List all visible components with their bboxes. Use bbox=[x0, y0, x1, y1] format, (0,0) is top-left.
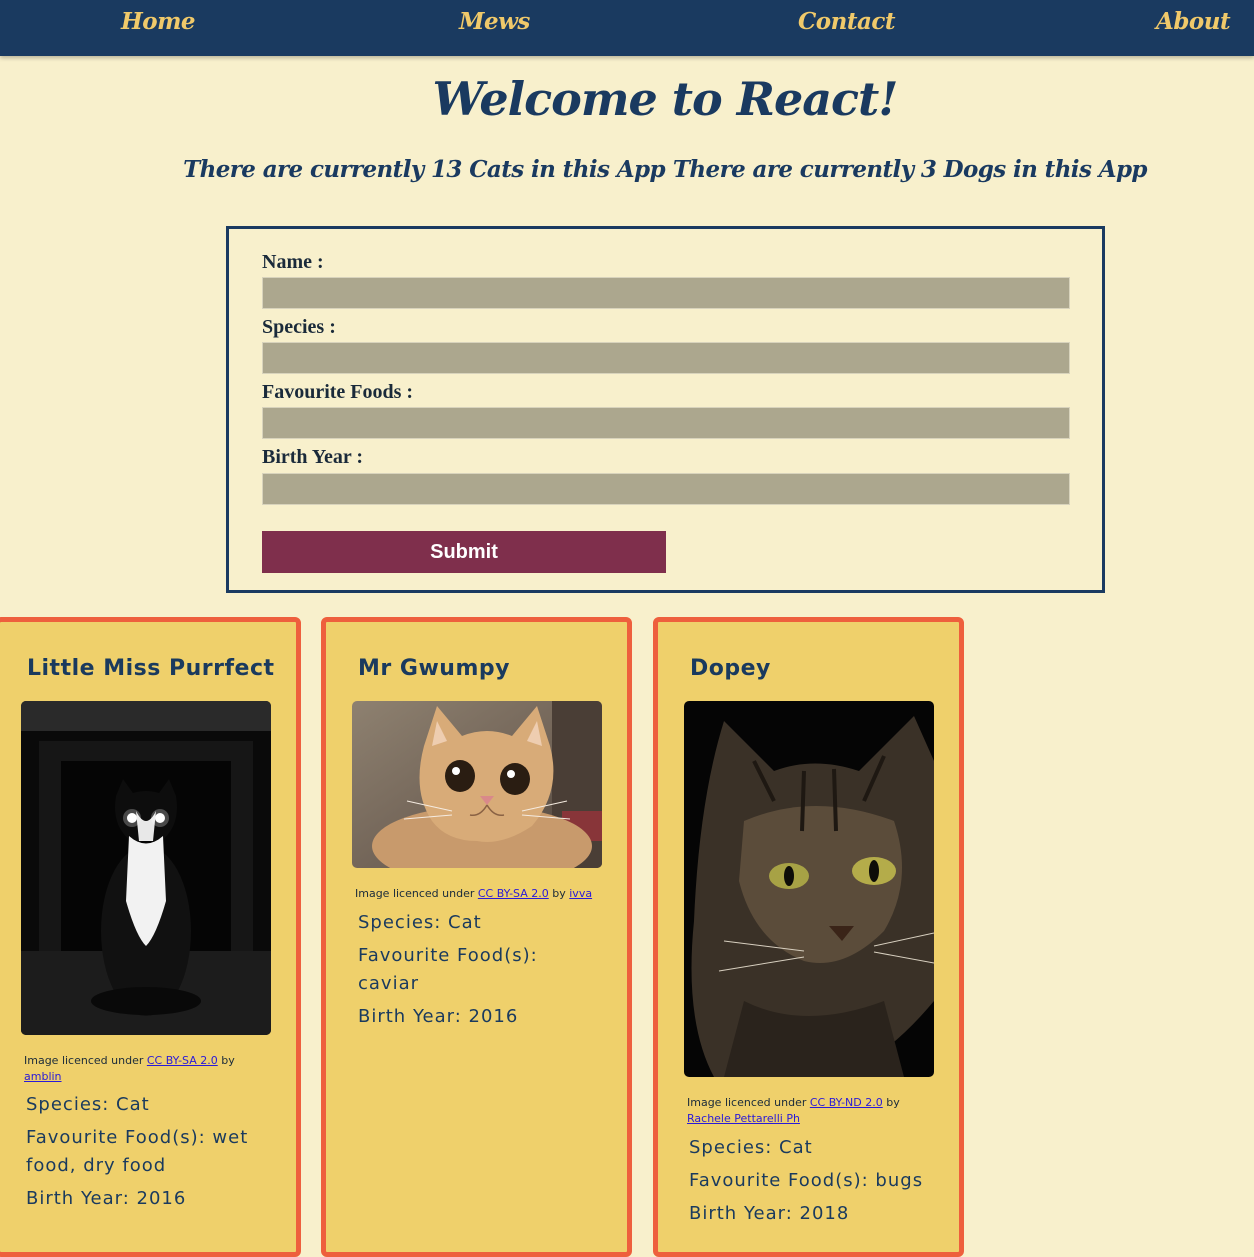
pet-photo bbox=[684, 701, 934, 1077]
dog-count-text: There are currently 3 Dogs in this App bbox=[672, 156, 1148, 183]
author-link[interactable]: ivva bbox=[569, 887, 592, 900]
birth-year-input[interactable] bbox=[262, 473, 1070, 505]
pet-info: Species: Cat Favourite Food(s): bugs Bir… bbox=[689, 1134, 949, 1233]
birth-year-label: Birth Year : bbox=[262, 446, 364, 468]
page-title: Welcome to React! bbox=[432, 72, 899, 126]
author-link[interactable]: amblin bbox=[24, 1070, 62, 1083]
add-pet-form: Name : Species : Favourite Foods : Birth… bbox=[226, 226, 1105, 593]
pet-name: Mr Gwumpy bbox=[358, 656, 510, 681]
licence-link[interactable]: CC BY-SA 2.0 bbox=[478, 887, 549, 900]
pet-foods: Favourite Food(s): wet food, dry food bbox=[26, 1127, 249, 1176]
pet-info: Species: Cat Favourite Food(s): caviar B… bbox=[358, 909, 598, 1036]
pet-card: Little Miss Purrfect Image licenced unde… bbox=[0, 617, 301, 1257]
image-licence: Image licenced under CC BY-ND 2.0 by Rac… bbox=[687, 1096, 900, 1125]
licence-link[interactable]: CC BY-SA 2.0 bbox=[147, 1054, 218, 1067]
nav-contact-link[interactable]: Contact bbox=[798, 8, 896, 35]
submit-button[interactable]: Submit bbox=[262, 531, 666, 573]
name-input[interactable] bbox=[262, 277, 1070, 309]
pet-photo bbox=[352, 701, 602, 868]
pet-species: Species: Cat bbox=[26, 1094, 150, 1115]
cat-count-text: There are currently 13 Cats in this App bbox=[183, 156, 665, 183]
pet-card: Mr Gwumpy Image licenced under CC BY-SA … bbox=[321, 617, 632, 1257]
pet-foods: Favourite Food(s): caviar bbox=[358, 945, 538, 994]
licence-link[interactable]: CC BY-ND 2.0 bbox=[810, 1096, 883, 1109]
cat-photo-black-white bbox=[21, 701, 271, 1035]
pet-card: Dopey Image licenced under CC BY-ND 2.0 … bbox=[653, 617, 964, 1257]
nav-home-link[interactable]: Home bbox=[121, 8, 196, 35]
pet-species: Species: Cat bbox=[689, 1137, 813, 1158]
image-licence: Image licenced under CC BY-SA 2.0 by ivv… bbox=[355, 887, 593, 900]
pet-name: Dopey bbox=[690, 656, 771, 681]
name-label: Name : bbox=[262, 251, 324, 273]
nav-mews-link[interactable]: Mews bbox=[459, 8, 530, 35]
pet-counts: There are currently 13 Cats in this App T… bbox=[0, 156, 1254, 183]
pet-foods: Favourite Food(s): bugs bbox=[689, 1170, 924, 1191]
cat-photo-tabby bbox=[684, 701, 934, 1077]
cat-photo-ginger-kitten bbox=[352, 701, 602, 868]
pet-info: Species: Cat Favourite Food(s): wet food… bbox=[26, 1091, 266, 1218]
pet-name: Little Miss Purrfect bbox=[27, 656, 275, 681]
pet-birth-year: Birth Year: 2016 bbox=[358, 1006, 519, 1027]
favourite-foods-input[interactable] bbox=[262, 407, 1070, 439]
species-label: Species : bbox=[262, 316, 336, 338]
pet-photo bbox=[21, 701, 271, 1035]
nav-about-link[interactable]: About bbox=[1156, 8, 1231, 35]
pet-birth-year: Birth Year: 2018 bbox=[689, 1203, 850, 1224]
favourite-foods-label: Favourite Foods : bbox=[262, 381, 414, 403]
author-link[interactable]: Rachele Pettarelli Ph bbox=[687, 1112, 800, 1125]
top-nav: Home Mews Contact About bbox=[0, 0, 1254, 56]
species-input[interactable] bbox=[262, 342, 1070, 374]
pet-birth-year: Birth Year: 2016 bbox=[26, 1188, 187, 1209]
image-licence: Image licenced under CC BY-SA 2.0 by amb… bbox=[24, 1054, 235, 1083]
pet-species: Species: Cat bbox=[358, 912, 482, 933]
